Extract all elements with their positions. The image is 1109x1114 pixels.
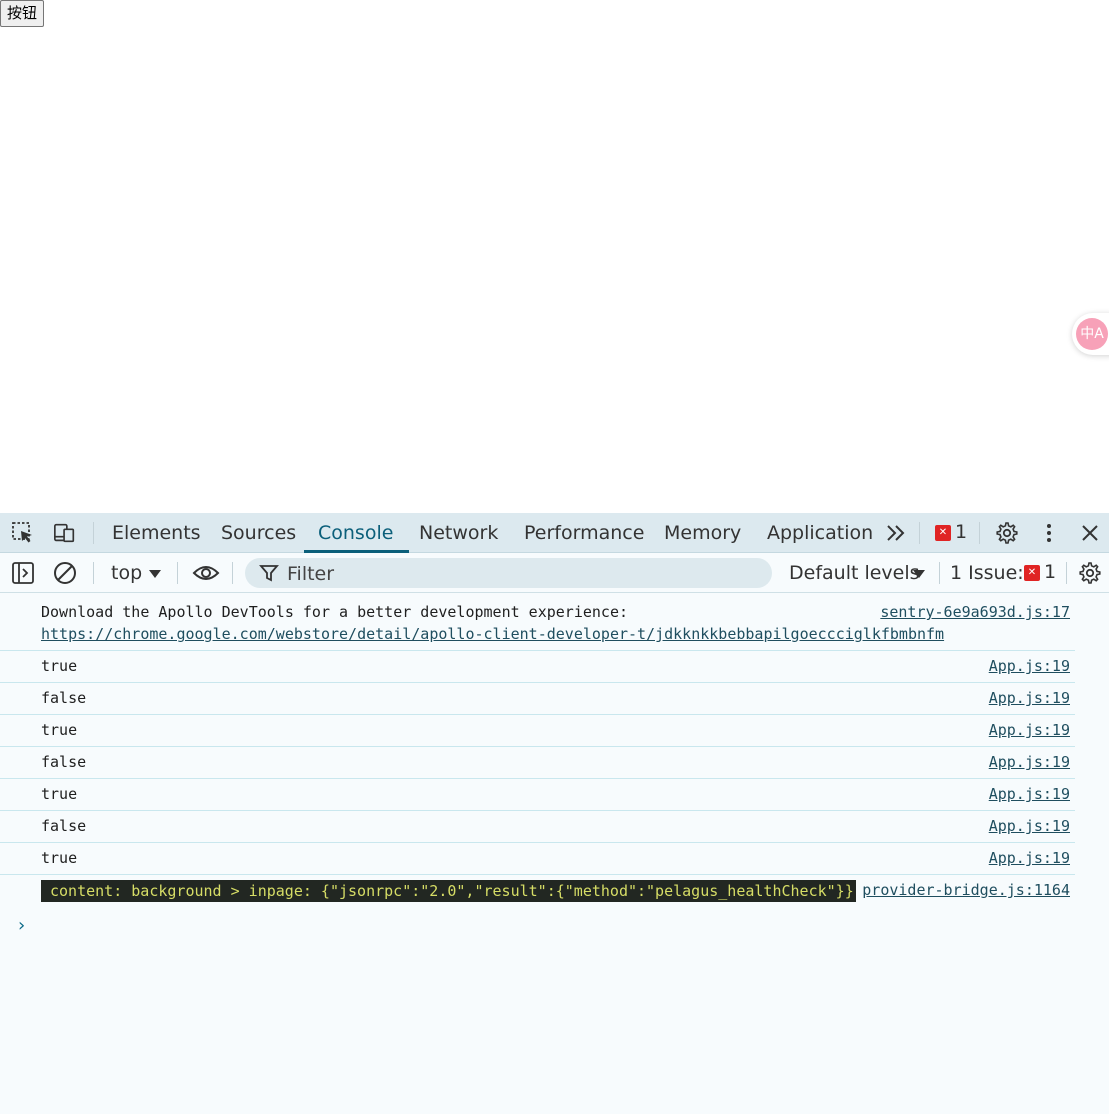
message-text: true <box>41 785 78 803</box>
message-text: false <box>41 689 87 707</box>
issues-button[interactable]: 1 Issue: <box>950 553 1024 593</box>
divider <box>979 522 980 544</box>
more-options-icon[interactable] <box>1037 521 1061 545</box>
source-link[interactable]: App.js:19 <box>989 817 1070 835</box>
source-link[interactable]: App.js:19 <box>989 785 1070 803</box>
web-page: 按钮 中A <box>0 0 1109 513</box>
divider <box>939 562 940 584</box>
tab-elements[interactable]: Elements <box>112 513 201 553</box>
tab-memory[interactable]: Memory <box>664 513 741 553</box>
inspect-element-icon[interactable] <box>11 521 35 545</box>
console-message: true App.js:19 <box>0 843 1075 875</box>
error-count[interactable]: 1 <box>955 521 967 543</box>
console-prompt[interactable]: › <box>16 915 27 936</box>
tab-console[interactable]: Console <box>303 513 410 553</box>
message-text: true <box>41 849 78 867</box>
live-expression-eye-icon[interactable] <box>192 561 220 585</box>
message-text: content: background > inpage: {"jsonrpc"… <box>41 880 856 902</box>
source-link[interactable]: App.js:19 <box>989 721 1070 739</box>
divider <box>1066 562 1067 584</box>
chevron-down-icon <box>149 570 161 578</box>
tab-network[interactable]: Network <box>419 513 498 553</box>
settings-gear-icon[interactable] <box>995 521 1019 545</box>
source-link[interactable]: App.js:19 <box>989 689 1070 707</box>
device-toolbar-icon[interactable] <box>53 521 77 545</box>
devtools-tabbar: Elements Sources Console Network Perform… <box>0 513 1109 553</box>
error-icon: ✕ <box>935 525 951 541</box>
message-text: false <box>41 817 87 835</box>
console-message: false App.js:19 <box>0 683 1075 715</box>
close-icon[interactable] <box>1078 521 1102 545</box>
console-toolbar: top Default levels 1 Issue: ✕ 1 <box>0 553 1109 593</box>
issues-count: 1 <box>1044 561 1057 583</box>
message-text: true <box>41 657 78 675</box>
chevron-down-icon <box>913 570 925 578</box>
source-link[interactable]: App.js:19 <box>989 849 1070 867</box>
filter-input[interactable] <box>285 558 759 590</box>
console-message: content: background > inpage: {"jsonrpc"… <box>0 875 1075 907</box>
error-icon: ✕ <box>1024 565 1040 581</box>
source-link[interactable]: App.js:19 <box>989 657 1070 675</box>
source-link[interactable]: sentry-6e9a693d.js:17 <box>880 603 1070 621</box>
devtools-panel: Elements Sources Console Network Perform… <box>0 513 1109 1114</box>
context-select[interactable]: top <box>111 553 142 593</box>
message-link[interactable]: https://chrome.google.com/webstore/detai… <box>41 625 944 643</box>
message-text: false <box>41 753 87 771</box>
message-text: true <box>41 721 78 739</box>
message-text: Download the Apollo DevTools for a bette… <box>41 603 628 621</box>
filter-icon <box>259 563 279 583</box>
log-levels-select[interactable]: Default levels <box>789 553 920 593</box>
console-message: false App.js:19 <box>0 811 1075 843</box>
sidebar-toggle-icon[interactable] <box>11 561 35 585</box>
divider <box>232 562 233 584</box>
console-message: true App.js:19 <box>0 651 1075 683</box>
clear-console-icon[interactable] <box>53 561 77 585</box>
tab-performance[interactable]: Performance <box>524 513 644 553</box>
translate-widget[interactable]: 中A <box>1072 313 1109 355</box>
more-tabs-icon[interactable] <box>884 521 908 545</box>
console-output: Download the Apollo DevTools for a bette… <box>0 593 1109 1114</box>
source-link[interactable]: App.js:19 <box>989 753 1070 771</box>
page-button[interactable]: 按钮 <box>0 0 45 27</box>
console-message: false App.js:19 <box>0 747 1075 779</box>
divider <box>177 562 178 584</box>
translate-icon: 中A <box>1076 318 1108 350</box>
issues-label: 1 Issue: <box>950 562 1024 584</box>
tab-application[interactable]: Application <box>767 513 873 553</box>
console-settings-gear-icon[interactable] <box>1078 561 1102 585</box>
divider <box>919 522 920 544</box>
filter-box[interactable] <box>245 558 772 590</box>
divider <box>93 562 94 584</box>
console-message: true App.js:19 <box>0 715 1075 747</box>
console-message: Download the Apollo DevTools for a bette… <box>0 593 1075 651</box>
divider <box>93 522 94 544</box>
source-link[interactable]: provider-bridge.js:1164 <box>862 881 1070 899</box>
console-message: true App.js:19 <box>0 779 1075 811</box>
tab-sources[interactable]: Sources <box>221 513 296 553</box>
